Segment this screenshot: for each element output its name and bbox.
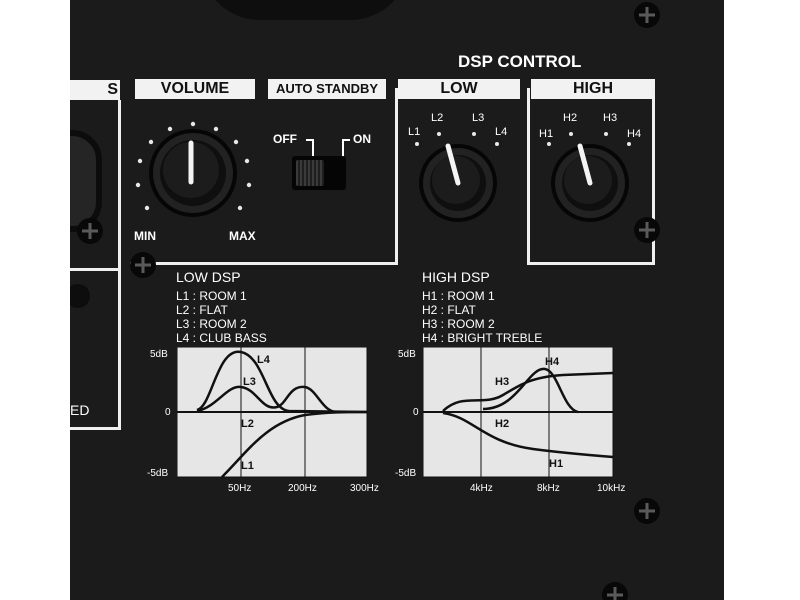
screw-icon bbox=[77, 218, 103, 244]
svg-text:L4: L4 bbox=[257, 354, 271, 366]
svg-text:H1: H1 bbox=[549, 458, 563, 470]
dsp-border-bottom-left bbox=[130, 262, 398, 265]
auto-standby-switch-slider[interactable] bbox=[296, 160, 324, 186]
volume-min-label: MIN bbox=[134, 229, 156, 243]
low-dsp-title: LOW DSP bbox=[176, 269, 241, 285]
low-graph-x-300hz: 300Hz bbox=[350, 483, 379, 494]
high-graph-y-0: 0 bbox=[413, 407, 419, 418]
low-pos-l2: L2 bbox=[431, 112, 444, 124]
screw-icon bbox=[634, 498, 660, 524]
high-dsp-mode-1: H1 : ROOM 1 bbox=[422, 289, 495, 303]
high-graph-y-5db: 5dB bbox=[398, 349, 416, 360]
screw-icon bbox=[602, 582, 628, 600]
high-dsp-title: HIGH DSP bbox=[422, 269, 490, 285]
svg-text:L1: L1 bbox=[241, 460, 254, 472]
partial-section-header: S bbox=[70, 80, 120, 100]
partial-screw bbox=[70, 284, 90, 308]
standby-off-label: OFF bbox=[273, 132, 297, 146]
high-dsp-graph: H4 H3 H2 H1 bbox=[423, 347, 614, 478]
dsp-low-knob[interactable] bbox=[404, 128, 514, 228]
dsp-divider-vertical bbox=[527, 88, 530, 265]
high-position-dots bbox=[547, 132, 631, 146]
low-dsp-mode-3: L3 : ROOM 2 bbox=[176, 317, 247, 331]
high-graph-x-8khz: 8kHz bbox=[537, 483, 560, 494]
high-graph-y-neg5db: -5dB bbox=[395, 468, 417, 479]
high-pos-h3: H3 bbox=[603, 112, 618, 124]
volume-header: VOLUME bbox=[135, 79, 255, 99]
low-dsp-mode-1: L1 : ROOM 1 bbox=[176, 289, 247, 303]
dsp-high-header: HIGH bbox=[531, 79, 655, 99]
low-graph-x-50hz: 50Hz bbox=[228, 483, 252, 494]
svg-text:H3: H3 bbox=[495, 376, 509, 388]
low-pos-l3: L3 bbox=[472, 112, 485, 124]
partial-section-right-border bbox=[118, 100, 121, 430]
dsp-low-header: LOW bbox=[398, 79, 520, 99]
partial-section-bottom-border bbox=[70, 427, 121, 430]
svg-text:L2: L2 bbox=[241, 418, 254, 430]
high-pos-h2: H2 bbox=[563, 112, 578, 124]
dsp-control-title: DSP CONTROL bbox=[458, 52, 582, 71]
high-graph-x-10khz: 10kHz bbox=[597, 483, 626, 494]
dsp-border-left-vertical bbox=[395, 88, 398, 265]
svg-text:H2: H2 bbox=[495, 418, 509, 430]
high-graph-x-4khz: 4kHz bbox=[470, 483, 493, 494]
speaker-port-ring bbox=[200, 0, 410, 20]
screw-icon bbox=[130, 252, 156, 278]
volume-knob[interactable] bbox=[125, 110, 275, 240]
low-graph-x-200hz: 200Hz bbox=[288, 483, 317, 494]
svg-text:H4: H4 bbox=[545, 356, 560, 368]
low-graph-y-5db: 5dB bbox=[150, 349, 168, 360]
auto-standby-header: AUTO STANDBY bbox=[268, 79, 386, 99]
low-position-dots bbox=[415, 132, 499, 146]
screw-icon bbox=[634, 217, 660, 243]
partial-section-label: S bbox=[107, 81, 118, 98]
screw-icon bbox=[634, 2, 660, 28]
partial-section-bottom-label: ED bbox=[70, 402, 90, 418]
low-dsp-graph: L4 L3 L2 L1 bbox=[177, 347, 368, 478]
low-dsp-mode-2: L2 : FLAT bbox=[176, 303, 228, 317]
low-graph-y-neg5db: -5dB bbox=[147, 468, 169, 479]
high-dsp-mode-2: H2 : FLAT bbox=[422, 303, 476, 317]
svg-text:L3: L3 bbox=[243, 376, 256, 388]
high-dsp-mode-4: H4 : BRIGHT TREBLE bbox=[422, 331, 543, 345]
rear-control-panel: S ED VOLUME MIN MAX AUTO STANDBY OFF ON … bbox=[70, 0, 724, 600]
auto-standby-switch[interactable] bbox=[292, 156, 346, 190]
volume-max-label: MAX bbox=[229, 229, 256, 243]
low-dsp-mode-4: L4 : CLUB BASS bbox=[176, 331, 267, 345]
low-graph-y-0: 0 bbox=[165, 407, 171, 418]
dsp-high-knob[interactable] bbox=[536, 128, 646, 228]
partial-section-divider bbox=[70, 268, 118, 271]
dsp-border-bottom-right bbox=[527, 262, 655, 265]
high-dsp-mode-3: H3 : ROOM 2 bbox=[422, 317, 495, 331]
